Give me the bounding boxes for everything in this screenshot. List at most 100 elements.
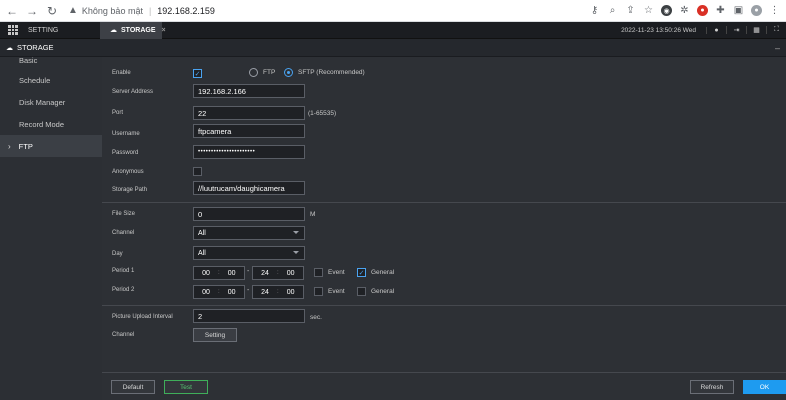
chevron-right-icon: › — [8, 141, 11, 151]
refresh-button[interactable]: Refresh — [690, 380, 734, 394]
sidebar-item-label: Record Mode — [19, 119, 65, 129]
ok-button[interactable]: OK — [743, 380, 786, 394]
profile-icon[interactable]: ● — [751, 5, 762, 16]
channel-label: Channel — [112, 230, 135, 236]
period2-end-time[interactable]: 24 : 00 — [252, 285, 304, 299]
logout-icon[interactable]: ⇥ — [726, 26, 746, 34]
storage-path-input[interactable]: //luutrucam/daughicamera — [193, 181, 305, 195]
day-label: Day — [112, 251, 123, 257]
sidebar-item-label: FTP — [18, 141, 33, 151]
address-bar[interactable]: ▲ Không bảo mật | 192.168.2.159 — [68, 3, 215, 19]
port-hint: (1-65535) — [308, 110, 337, 117]
address-separator: | — [148, 5, 152, 16]
channel-select[interactable]: All — [193, 226, 305, 240]
security-label: Không bảo mật — [81, 5, 143, 16]
period1-label: Period 1 — [112, 268, 135, 274]
star-icon[interactable]: ☆ — [643, 5, 654, 16]
period2-general-label: General — [371, 288, 395, 295]
period2-event-checkbox[interactable] — [314, 287, 323, 296]
section-divider — [102, 305, 786, 306]
sidebar-item-disk-manager[interactable]: Disk Manager — [0, 91, 102, 113]
minimize-icon[interactable]: – — [775, 43, 780, 53]
warning-icon: ▲ — [68, 5, 78, 16]
period2-label: Period 2 — [112, 287, 135, 293]
period1-event-label: Event — [328, 269, 345, 276]
password-input[interactable]: •••••••••••••••••••••• — [193, 145, 305, 159]
channel-setting-button[interactable]: Setting — [193, 328, 237, 342]
top-right-info: 2022-11-23 13:50:26 Wed ● ⇥ ▦ ⛶ — [621, 26, 786, 34]
tab-storage[interactable]: ☁ STORAGE × — [100, 21, 166, 39]
tab-setting-label: SETTING — [28, 26, 59, 34]
anonymous-checkbox[interactable] — [193, 167, 202, 176]
sidepanel-icon[interactable]: ▣ — [733, 5, 744, 16]
period1-end-minute[interactable]: 00 — [279, 270, 303, 277]
channel-setting-label: Channel — [112, 332, 135, 338]
storage-icon: ☁ — [110, 27, 117, 34]
test-button[interactable]: Test — [164, 380, 208, 394]
password-label: Password — [112, 150, 139, 156]
settings-gear-icon[interactable]: ✲ — [679, 5, 690, 16]
server-address-input[interactable]: 192.168.2.166 — [193, 84, 305, 98]
page-header: ☁ STORAGE – — [0, 39, 786, 57]
period1-general-checkbox[interactable]: ✓ — [357, 268, 366, 277]
period1-event-checkbox[interactable] — [314, 268, 323, 277]
tab-setting[interactable]: SETTING — [18, 22, 100, 39]
layout-icon[interactable]: ▦ — [746, 26, 766, 34]
period1-start-time[interactable]: 00 : 00 — [193, 266, 245, 280]
user-icon[interactable]: ● — [706, 26, 726, 34]
period2-general-checkbox[interactable] — [357, 287, 366, 296]
sidebar-item-label: Schedule — [19, 75, 51, 85]
file-size-input[interactable]: 0 — [193, 207, 305, 221]
fullscreen-icon[interactable]: ⛶ — [766, 26, 786, 34]
period1-start-minute[interactable]: 00 — [220, 270, 244, 277]
sidebar-item-basic[interactable]: Basic — [0, 57, 102, 65]
back-icon[interactable]: ← — [4, 3, 20, 19]
default-button[interactable]: Default — [111, 380, 155, 394]
period2-start-hour[interactable]: 00 — [194, 289, 218, 296]
sidebar-item-record-mode[interactable]: Record Mode — [0, 113, 102, 135]
sidebar-item-label: Disk Manager — [19, 97, 66, 107]
period2-start-minute[interactable]: 00 — [220, 289, 244, 296]
upload-interval-input[interactable]: 2 — [193, 309, 305, 323]
extension-icon[interactable]: ◉ — [661, 5, 672, 16]
file-size-unit: M — [310, 211, 316, 218]
server-address-label: Server Address — [112, 89, 154, 95]
period1-start-hour[interactable]: 00 — [194, 270, 218, 277]
app-top-bar: SETTING ☁ STORAGE × 2022-11-23 13:50:26 … — [0, 21, 786, 39]
close-icon[interactable]: × — [162, 27, 166, 34]
period1-end-hour[interactable]: 24 — [253, 270, 277, 277]
period2-end-minute[interactable]: 00 — [279, 289, 303, 296]
zoom-icon[interactable]: ⌕ — [607, 5, 618, 16]
footer-bar: Default Test Refresh OK — [102, 372, 786, 400]
sidebar-item-schedule[interactable]: Schedule — [0, 69, 102, 91]
period1-general-label: General — [371, 269, 395, 276]
adblock-icon[interactable]: ● — [697, 5, 708, 16]
period2-end-hour[interactable]: 24 — [253, 289, 277, 296]
sftp-label: SFTP (Recommended) — [298, 69, 365, 76]
sftp-radio[interactable] — [284, 68, 293, 77]
period1-end-time[interactable]: 24 : 00 — [252, 266, 304, 280]
channel-select-value: All — [198, 229, 206, 237]
chevron-down-icon — [293, 251, 299, 254]
sidebar-item-ftp[interactable]: › FTP — [0, 135, 102, 157]
period2-dash: - — [247, 287, 250, 294]
section-divider — [102, 202, 786, 203]
key-icon[interactable]: ⚷ — [589, 5, 600, 16]
menu-icon[interactable]: ⋮ — [769, 5, 780, 16]
share-icon[interactable]: ⇪ — [625, 5, 636, 16]
apps-grid-icon[interactable] — [8, 25, 18, 35]
port-input[interactable]: 22 — [193, 106, 305, 120]
username-input[interactable]: ftpcamera — [193, 124, 305, 138]
day-select[interactable]: All — [193, 246, 305, 260]
port-label: Port — [112, 110, 124, 116]
file-size-label: File Size — [112, 211, 136, 217]
url-text: 192.168.2.159 — [157, 5, 215, 16]
enable-checkbox[interactable]: ✓ — [193, 69, 202, 78]
reload-icon[interactable]: ↻ — [44, 3, 60, 19]
forward-icon[interactable]: → — [24, 3, 40, 19]
period2-start-time[interactable]: 00 : 00 — [193, 285, 245, 299]
sidebar-item-label: Basic — [19, 57, 38, 65]
chevron-down-icon — [293, 231, 299, 234]
puzzle-icon[interactable]: ✚ — [715, 5, 726, 16]
ftp-radio[interactable] — [249, 68, 258, 77]
